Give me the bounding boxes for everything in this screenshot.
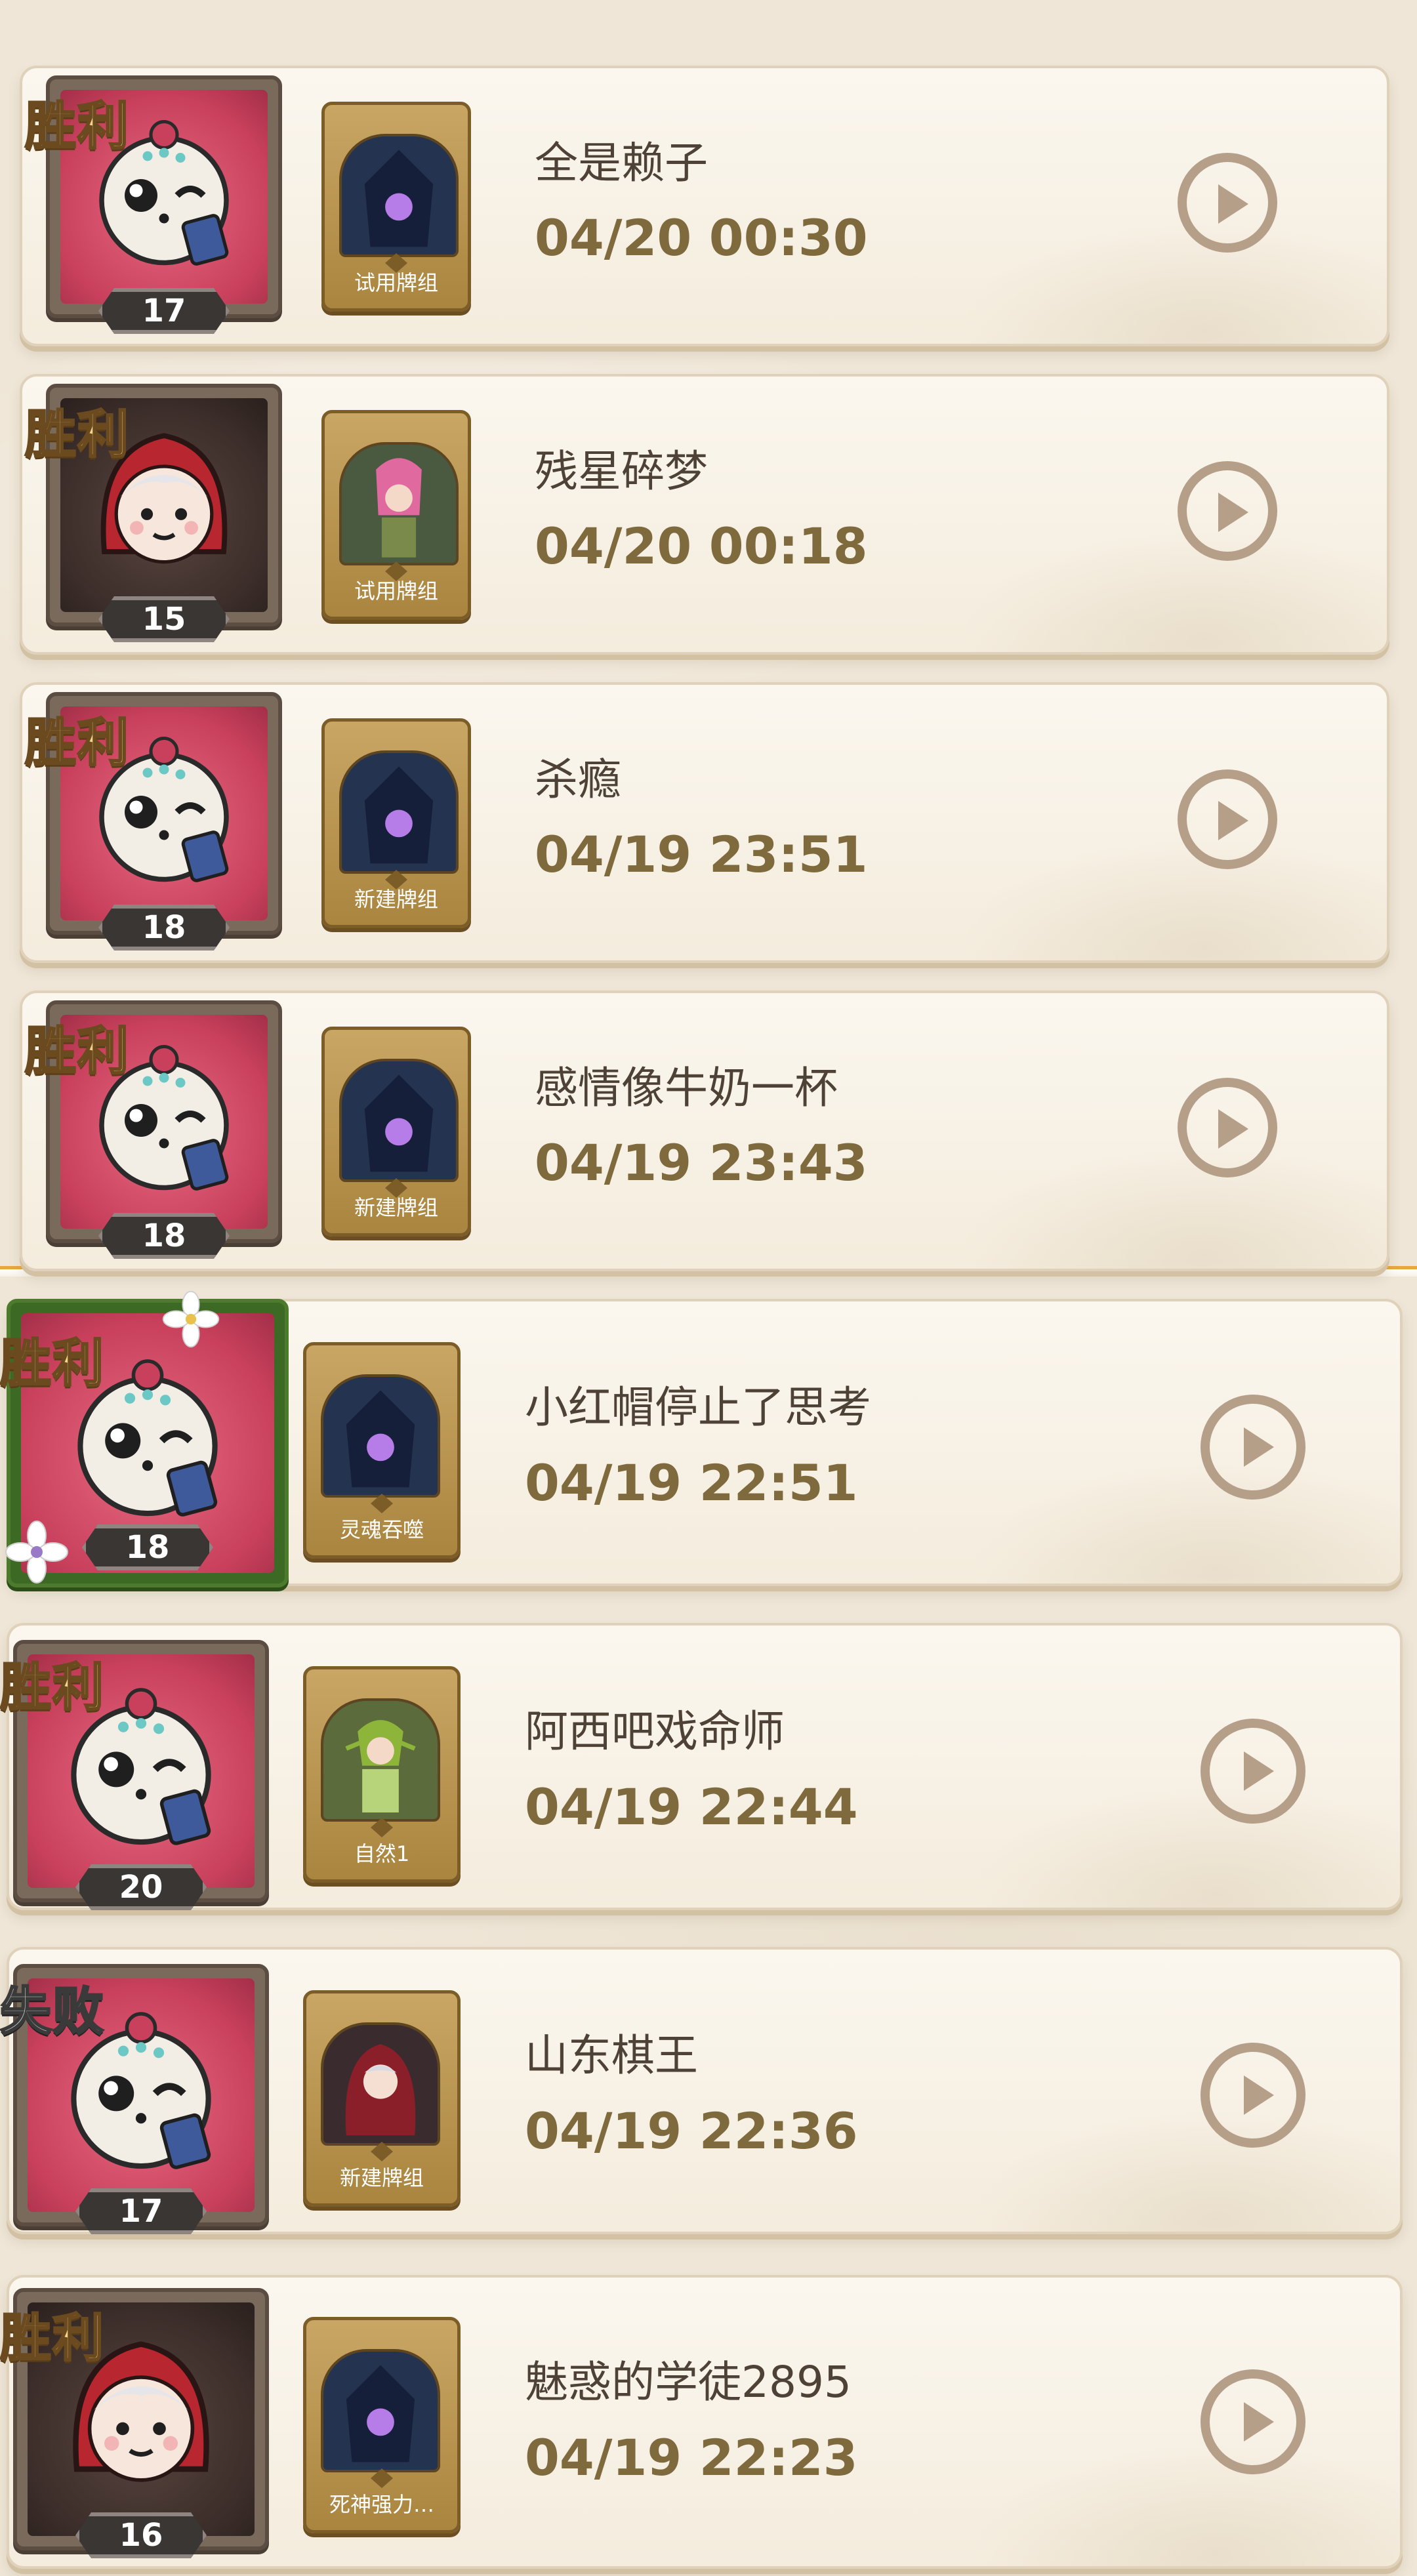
opponent-name: 山东棋王 [525, 2030, 698, 2081]
match-row[interactable]: 17 胜利 试用牌组 全是赖子 04/20 00:30 [0, 0, 1417, 354]
deck-name: 新建牌组 [339, 2165, 424, 2190]
match-result-label: 胜利 [24, 1021, 131, 1082]
opponent-name: 魅惑的学徒2895 [525, 2357, 852, 2407]
match-result-label: 胜利 [0, 1334, 106, 1395]
match-result-label: 胜利 [0, 2308, 106, 2369]
player-level: 17 [142, 293, 186, 329]
replay-button[interactable] [1201, 2369, 1305, 2474]
match-time: 04/19 23:51 [535, 825, 868, 884]
deck-art [321, 1698, 440, 1822]
deck-name: 死神强力… [329, 2492, 434, 2517]
player-level: 18 [142, 1217, 186, 1254]
play-icon [1244, 2402, 1274, 2442]
match-row[interactable]: 15 胜利 试用牌组 残星碎梦 04/20 00:18 [0, 354, 1417, 663]
match-row[interactable]: 20 胜利 自然1 阿西吧戏命师 04/19 22:44 [0, 1601, 1417, 1925]
player-level-badge: 17 [98, 288, 230, 334]
deck-art [339, 750, 459, 874]
match-row[interactable]: 18 胜利 灵魂吞噬 小红帽停止了思考 04/19 22:51 [0, 1277, 1417, 1601]
match-row[interactable]: 16 胜利 死神强力… 魅惑的学徒2895 04/19 22:23 [0, 2249, 1417, 2576]
match-time: 04/19 22:23 [525, 2428, 858, 2487]
deck-box: 灵魂吞噬 [303, 1342, 461, 1559]
player-level: 20 [119, 1869, 163, 1906]
match-time: 04/19 23:43 [535, 1134, 868, 1192]
player-level: 16 [119, 2517, 163, 2554]
opponent-name: 全是赖子 [535, 138, 708, 188]
match-row[interactable]: 18 胜利 新建牌组 杀瘾 04/19 23:51 [0, 663, 1417, 971]
deck-box: 新建牌组 [303, 1990, 461, 2207]
deck-box: 死神强力… [303, 2317, 461, 2533]
replay-button[interactable] [1178, 461, 1277, 561]
deck-name: 试用牌组 [354, 579, 438, 603]
deck-name: 自然1 [354, 1841, 410, 1866]
play-icon [1218, 801, 1248, 840]
deck-art [339, 1059, 459, 1182]
deck-box: 试用牌组 [321, 102, 471, 312]
player-level: 17 [119, 2193, 163, 2230]
replay-button[interactable] [1178, 1078, 1277, 1177]
play-icon [1218, 493, 1248, 532]
player-level-badge: 17 [75, 2188, 207, 2234]
opponent-name: 杀瘾 [535, 754, 621, 805]
deck-box: 试用牌组 [321, 410, 471, 620]
deck-name: 灵魂吞噬 [339, 1517, 424, 1542]
deck-box: 自然1 [303, 1666, 461, 1883]
play-icon [1244, 2075, 1274, 2115]
play-icon [1218, 184, 1248, 224]
match-time: 04/20 00:30 [535, 209, 868, 267]
replay-button[interactable] [1201, 2043, 1305, 2148]
match-row[interactable]: 17 失败 新建牌组 山东棋王 04/19 22:36 [0, 1925, 1417, 2249]
deck-art [321, 1374, 440, 1498]
player-level-badge: 18 [82, 1524, 213, 1570]
match-result-label: 胜利 [0, 1658, 106, 1719]
player-level: 18 [142, 909, 186, 946]
deck-art [321, 2022, 440, 2146]
player-level-badge: 20 [75, 1864, 207, 1910]
match-result-label: 胜利 [24, 96, 131, 157]
opponent-name: 阿西吧戏命师 [525, 1706, 785, 1757]
play-icon [1244, 1751, 1274, 1791]
opponent-name: 小红帽停止了思考 [525, 1382, 871, 1433]
replay-button[interactable] [1201, 1719, 1305, 1824]
match-row[interactable]: 18 胜利 新建牌组 感情像牛奶一杯 04/19 23:43 [0, 971, 1417, 1271]
match-time: 04/19 22:51 [525, 1454, 858, 1512]
deck-name: 新建牌组 [354, 887, 438, 912]
deck-box: 新建牌组 [321, 1027, 471, 1237]
player-level-badge: 18 [98, 905, 230, 951]
match-time: 04/20 00:18 [535, 517, 868, 575]
opponent-name: 残星碎梦 [535, 446, 708, 497]
match-time: 04/19 22:36 [525, 2102, 858, 2160]
deck-name: 试用牌组 [354, 270, 438, 295]
flower-decoration-icon [5, 1521, 68, 1584]
replay-button[interactable] [1201, 1395, 1305, 1500]
deck-art [339, 134, 459, 257]
player-level-badge: 16 [75, 2512, 207, 2558]
deck-name: 新建牌组 [354, 1195, 438, 1220]
opponent-name: 感情像牛奶一杯 [535, 1063, 838, 1113]
deck-art [321, 2349, 440, 2472]
player-level: 18 [125, 1529, 170, 1566]
player-level-badge: 18 [98, 1213, 230, 1259]
match-time: 04/19 22:44 [525, 1778, 858, 1836]
deck-box: 新建牌组 [321, 718, 471, 928]
match-result-label: 胜利 [24, 713, 131, 774]
play-icon [1218, 1109, 1248, 1149]
match-result-label: 胜利 [24, 405, 131, 466]
flower-decoration-icon [162, 1290, 220, 1348]
play-icon [1244, 1427, 1274, 1467]
replay-button[interactable] [1178, 153, 1277, 253]
player-level: 15 [142, 601, 186, 638]
deck-art [339, 442, 459, 565]
replay-button[interactable] [1178, 769, 1277, 869]
player-level-badge: 15 [98, 596, 230, 642]
match-result-label: 失败 [0, 1982, 106, 2043]
